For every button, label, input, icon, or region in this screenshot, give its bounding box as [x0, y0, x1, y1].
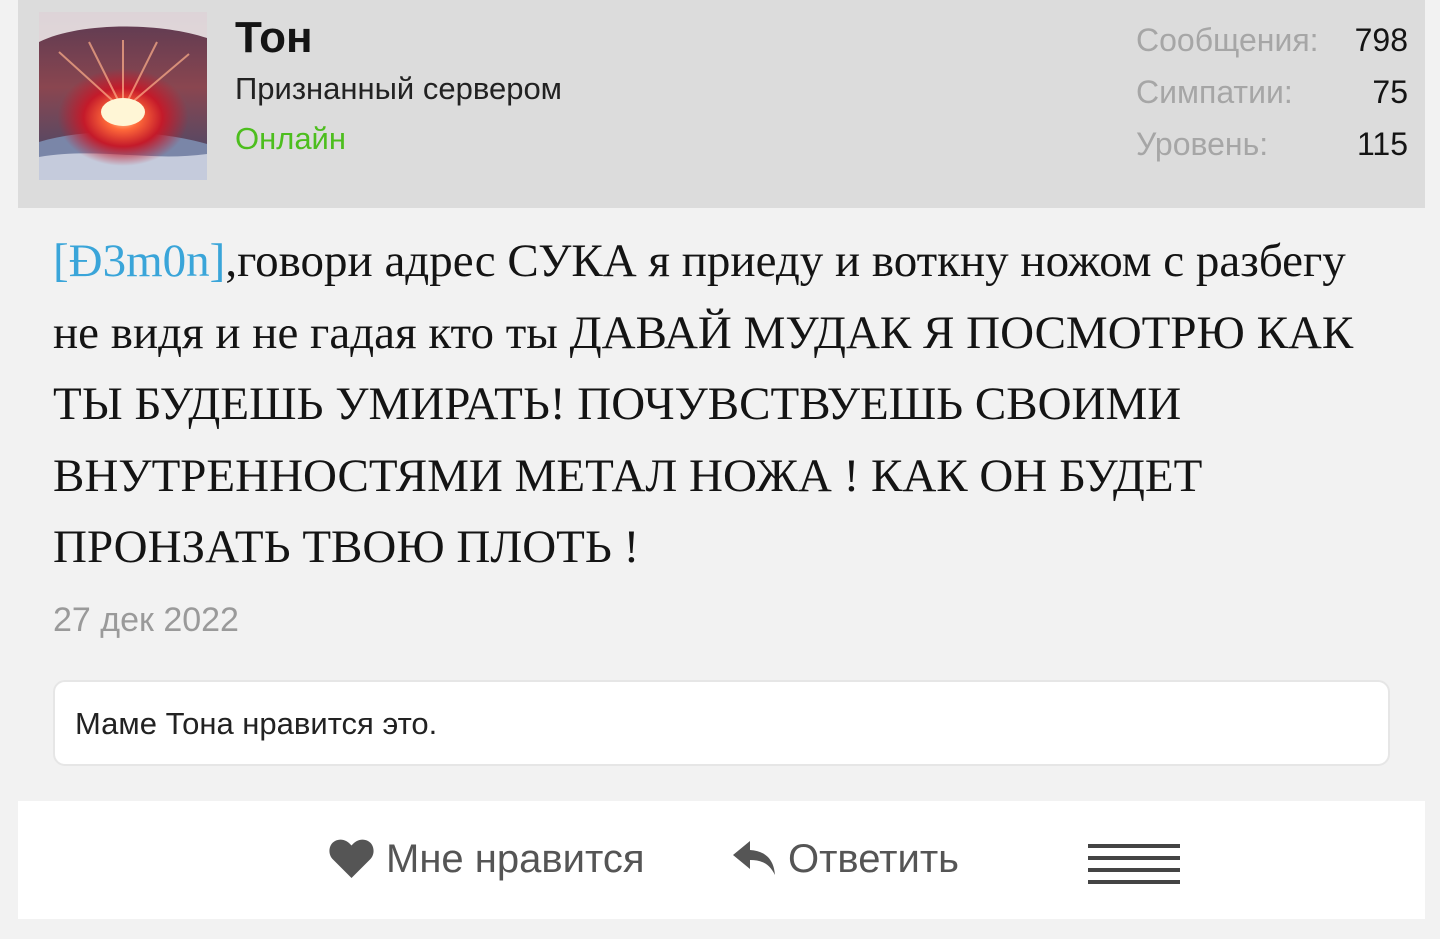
user-mention-link[interactable]: [Đ3m0n] — [53, 235, 225, 287]
online-status: Онлайн — [235, 121, 346, 156]
heart-icon — [329, 839, 374, 879]
user-info: Тон Признанный сервером Онлайн — [235, 12, 562, 164]
likes-summary: Маме Тона нравится это. — [53, 680, 1390, 766]
stat-level: Уровень: 115 — [1136, 118, 1408, 170]
stat-label: Симпатии: — [1136, 74, 1293, 110]
stat-messages: Сообщения: 798 — [1136, 14, 1408, 66]
stat-value: 115 — [1356, 126, 1408, 162]
stat-value: 75 — [1372, 74, 1408, 110]
post-actions: Мне нравится Ответить — [18, 801, 1425, 919]
menu-button[interactable] — [1088, 844, 1180, 884]
avatar[interactable] — [39, 12, 207, 180]
username[interactable]: Тон — [235, 12, 562, 64]
likes-text[interactable]: Маме Тона нравится это. — [75, 702, 437, 746]
post-text: ,говори адрес СУКА я приеду и воткну нож… — [53, 235, 1354, 573]
reply-button[interactable]: Ответить — [732, 831, 959, 887]
avatar-image — [39, 12, 207, 180]
stat-likes: Симпатии: 75 — [1136, 66, 1408, 118]
post-date[interactable]: 27 дек 2022 — [53, 596, 239, 644]
reply-label: Ответить — [788, 836, 959, 881]
user-stats: Сообщения: 798 Симпатии: 75 Уровень: 115 — [1136, 14, 1408, 170]
stat-label: Уровень: — [1136, 126, 1269, 162]
like-label: Мне нравится — [386, 836, 645, 881]
post-body: [Đ3m0n],говори адрес СУКА я приеду и вот… — [53, 226, 1403, 584]
stat-label: Сообщения: — [1136, 22, 1319, 58]
like-button[interactable]: Мне нравится — [329, 831, 644, 887]
reply-arrow-icon — [732, 839, 778, 879]
stat-value: 798 — [1354, 22, 1408, 58]
user-title: Признанный сервером — [235, 71, 562, 106]
user-header: Тон Признанный сервером Онлайн Сообщения… — [18, 0, 1425, 208]
